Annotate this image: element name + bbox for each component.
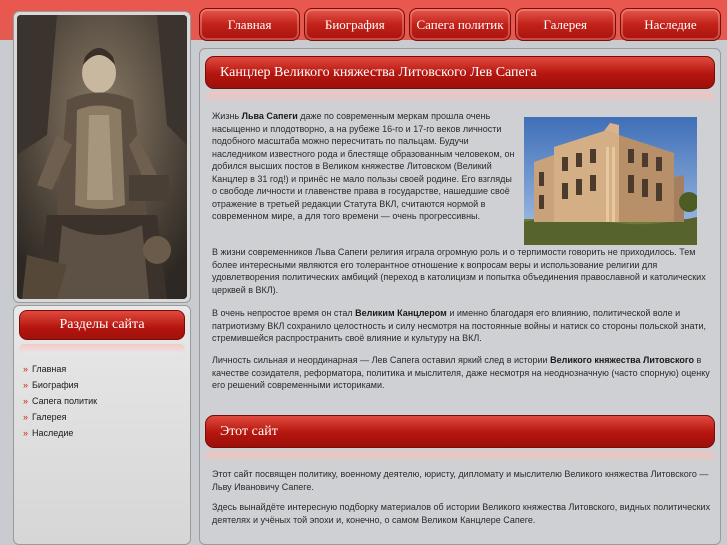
main-heading: Канцлер Великого княжества Литовского Ле… bbox=[205, 56, 715, 89]
portrait-frame bbox=[13, 11, 191, 303]
sidebar-item-gallery[interactable]: » Галерея bbox=[23, 409, 97, 425]
about-paragraph-2: Здесь вынайдёте интересную подборку мате… bbox=[212, 502, 711, 525]
sidebar-item-biography[interactable]: » Биография bbox=[23, 377, 97, 393]
bullet-icon: » bbox=[23, 396, 29, 406]
sidebar-item-legacy[interactable]: » Наследие bbox=[23, 425, 97, 441]
bullet-icon: » bbox=[23, 412, 29, 422]
sidebar-item-home[interactable]: » Главная bbox=[23, 361, 97, 377]
heading-divider bbox=[205, 92, 715, 104]
bullet-icon: » bbox=[23, 364, 29, 374]
bold-gdl: Великого княжества Литовского bbox=[550, 355, 694, 365]
sidebar: Разделы сайта » Главная » Биография » Сапег… bbox=[13, 305, 191, 545]
bold-name: Льва Сапеги bbox=[241, 111, 298, 121]
chancellor-paragraph: В очень непростое время он стал Великим … bbox=[212, 308, 706, 343]
sidebar-divider bbox=[19, 344, 185, 354]
sidebar-title: Разделы сайта bbox=[19, 310, 185, 340]
main-content: Канцлер Великого княжества Литовского Ле… bbox=[199, 48, 721, 545]
nav-legacy-button[interactable]: Наследие bbox=[619, 8, 722, 41]
about-divider bbox=[205, 451, 715, 463]
about-heading: Этот сайт bbox=[205, 415, 715, 448]
about-paragraph-1: Этот сайт посвящен политику, военному де… bbox=[212, 469, 709, 492]
intro-paragraph: Жизнь Льва Сапеги даже по современным ме… bbox=[212, 111, 515, 221]
palace-ruins-photo bbox=[524, 117, 697, 245]
bullet-icon: » bbox=[23, 428, 29, 438]
portrait-engraving bbox=[17, 15, 187, 299]
bold-chancellor: Великим Канцлером bbox=[355, 308, 447, 318]
bullet-icon: » bbox=[23, 380, 29, 390]
sidebar-item-politics[interactable]: » Сапега политик bbox=[23, 393, 97, 409]
top-navigation: Главная Биография Сапега политик Галерея… bbox=[199, 8, 722, 41]
nav-politics-button[interactable]: Сапега политик bbox=[409, 8, 511, 41]
religion-paragraph: В жизни современников Льва Сапеги религи… bbox=[212, 247, 706, 295]
ruins-illustration bbox=[524, 117, 697, 245]
nav-biography-button[interactable]: Биография bbox=[304, 8, 406, 41]
nav-gallery-button[interactable]: Галерея bbox=[514, 8, 616, 41]
portrait-image bbox=[17, 15, 187, 299]
legacy-paragraph: Личность сильная и неординарная — Лев Са… bbox=[212, 355, 710, 390]
sidebar-menu: » Главная » Биография » Сапега политик » Гал… bbox=[23, 361, 97, 441]
nav-home-button[interactable]: Главная bbox=[199, 8, 301, 41]
